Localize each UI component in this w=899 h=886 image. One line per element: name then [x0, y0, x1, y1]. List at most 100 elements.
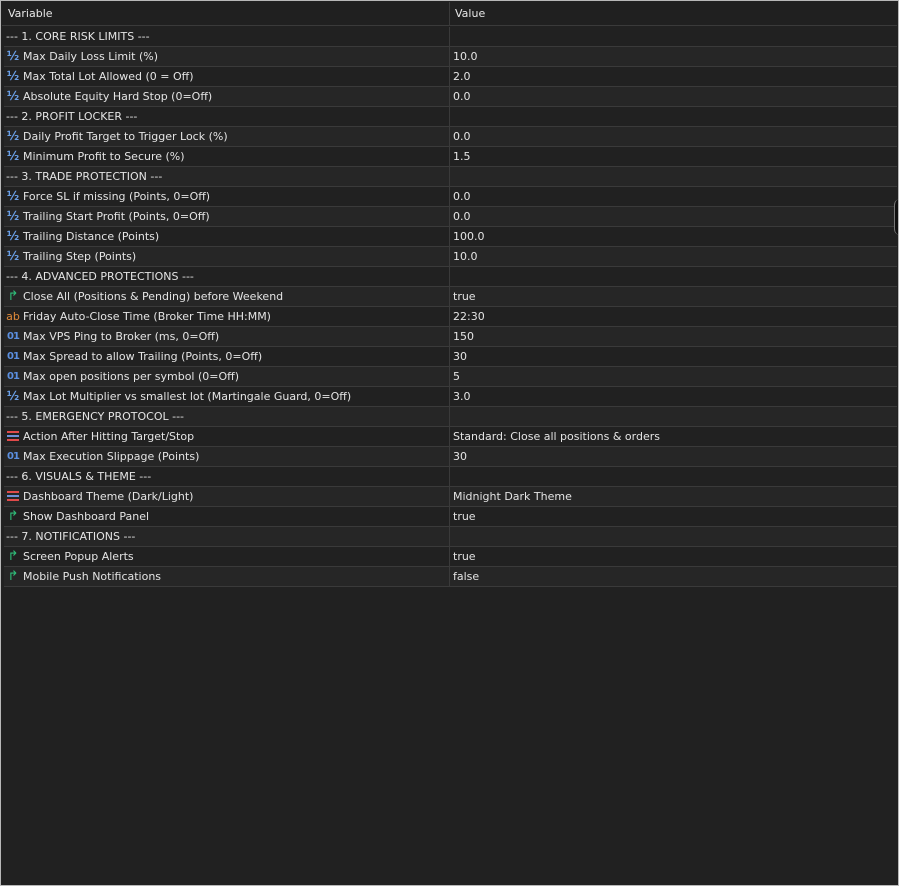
parameter-value[interactable]: true [453, 547, 893, 566]
section-label: --- 1. CORE RISK LIMITS --- [6, 30, 150, 43]
parameter-value[interactable]: 10.0 [453, 247, 893, 266]
column-divider [449, 487, 450, 506]
parameter-value[interactable]: Midnight Dark Theme [453, 487, 893, 506]
parameter-row[interactable]: Dashboard Theme (Dark/Light) Midnight Dar… [4, 487, 897, 507]
section-row[interactable]: --- 2. PROFIT LOCKER --- [4, 107, 897, 127]
parameter-row[interactable]: 01 Max Spread to allow Trailing (Points, … [4, 347, 897, 367]
parameter-row[interactable]: 01 Max VPS Ping to Broker (ms, 0=Off) 150 [4, 327, 897, 347]
parameter-value[interactable]: 5 [453, 367, 893, 386]
section-row[interactable]: --- 1. CORE RISK LIMITS --- [4, 27, 897, 47]
parameter-value[interactable]: 22:30 [453, 307, 893, 326]
column-divider [449, 187, 450, 206]
column-divider [449, 207, 450, 226]
parameter-row[interactable]: ½ Trailing Distance (Points) 100.0 [4, 227, 897, 247]
parameter-name: 01 Max Execution Slippage (Points) [4, 447, 448, 466]
section-row[interactable]: --- 5. EMERGENCY PROTOCOL --- [4, 407, 897, 427]
parameter-row[interactable]: ½ Max Daily Loss Limit (%) 10.0 [4, 47, 897, 67]
parameter-value[interactable]: 0.0 [453, 127, 893, 146]
parameter-label: Close All (Positions & Pending) before W… [23, 290, 284, 303]
parameter-row[interactable]: ↱ Close All (Positions & Pending) before … [4, 287, 897, 307]
column-divider [449, 107, 450, 126]
parameter-value[interactable]: 30 [453, 347, 893, 366]
parameter-name: ½ Absolute Equity Hard Stop (0=Off) [4, 87, 448, 106]
parameter-name: ↱ Screen Popup Alerts [4, 547, 448, 566]
parameter-row[interactable]: ½ Max Total Lot Allowed (0 = Off) 2.0 [4, 67, 897, 87]
parameter-row[interactable]: ½ Trailing Step (Points) 10.0 [4, 247, 897, 267]
section-row[interactable]: --- 3. TRADE PROTECTION --- [4, 167, 897, 187]
parameter-name: 01 Max VPS Ping to Broker (ms, 0=Off) [4, 327, 448, 346]
parameter-label: Max Spread to allow Trailing (Points, 0=… [23, 350, 263, 363]
parameter-value[interactable]: 0.0 [453, 187, 893, 206]
parameter-name: ½ Minimum Profit to Secure (%) [4, 147, 448, 166]
parameter-label: Max Lot Multiplier vs smallest lot (Mart… [23, 390, 352, 403]
parameter-name: ½ Max Lot Multiplier vs smallest lot (Mar… [4, 387, 448, 406]
parameter-row[interactable]: ↱ Mobile Push Notifications false [4, 567, 897, 587]
column-divider [449, 127, 450, 146]
parameter-value[interactable]: Standard: Close all positions & orders [453, 427, 893, 446]
bool-type-icon: ↱ [7, 509, 19, 524]
column-divider [449, 547, 450, 566]
column-divider [449, 267, 450, 286]
column-header-value[interactable]: Value [455, 2, 485, 25]
parameter-row[interactable]: 01 Max Execution Slippage (Points) 30 [4, 447, 897, 467]
column-divider [449, 367, 450, 386]
table-header: Variable Value [2, 2, 897, 26]
column-divider [449, 387, 450, 406]
parameter-value[interactable]: false [453, 567, 893, 586]
parameter-label: Daily Profit Target to Trigger Lock (%) [23, 130, 228, 143]
integer-type-icon: 01 [7, 331, 20, 342]
parameter-label: Trailing Distance (Points) [23, 230, 160, 243]
parameter-row[interactable]: ½ Force SL if missing (Points, 0=Off) 0.0 [4, 187, 897, 207]
section-label: --- 3. TRADE PROTECTION --- [6, 170, 163, 183]
bool-type-icon: ↱ [7, 569, 19, 584]
double-type-icon: ½ [6, 189, 20, 203]
parameter-label: Action After Hitting Target/Stop [23, 430, 195, 443]
parameter-name: ½ Trailing Step (Points) [4, 247, 448, 266]
parameter-name: Action After Hitting Target/Stop [4, 427, 448, 446]
column-divider [449, 67, 450, 86]
section-label: --- 7. NOTIFICATIONS --- [6, 530, 136, 543]
parameter-row[interactable]: ↱ Show Dashboard Panel true [4, 507, 897, 527]
parameter-row[interactable]: ½ Absolute Equity Hard Stop (0=Off) 0.0 [4, 87, 897, 107]
inputs-window: Variable Value --- 1. CORE RISK LIMITS -… [0, 0, 899, 886]
section-value [453, 527, 893, 546]
parameter-name: ↱ Close All (Positions & Pending) before … [4, 287, 448, 306]
resize-handle[interactable] [894, 199, 898, 235]
parameter-row[interactable]: ½ Minimum Profit to Secure (%) 1.5 [4, 147, 897, 167]
parameter-name: ↱ Mobile Push Notifications [4, 567, 448, 586]
parameter-row[interactable]: Action After Hitting Target/Stop Standard… [4, 427, 897, 447]
parameter-value[interactable]: 100.0 [453, 227, 893, 246]
parameter-row[interactable]: ½ Max Lot Multiplier vs smallest lot (Mar… [4, 387, 897, 407]
parameter-row[interactable]: ½ Trailing Start Profit (Points, 0=Off) 0.… [4, 207, 897, 227]
parameter-value[interactable]: 2.0 [453, 67, 893, 86]
column-divider[interactable] [449, 2, 450, 25]
parameter-name: ½ Force SL if missing (Points, 0=Off) [4, 187, 448, 206]
parameter-label: Max open positions per symbol (0=Off) [23, 370, 240, 383]
parameter-value[interactable]: 30 [453, 447, 893, 466]
section-row[interactable]: --- 7. NOTIFICATIONS --- [4, 527, 897, 547]
parameter-value[interactable]: 1.5 [453, 147, 893, 166]
parameter-value[interactable]: true [453, 287, 893, 306]
parameter-label: Trailing Step (Points) [23, 250, 137, 263]
parameter-row[interactable]: 01 Max open positions per symbol (0=Off) 5 [4, 367, 897, 387]
column-header-variable[interactable]: Variable [8, 2, 53, 25]
parameter-value[interactable]: 0.0 [453, 207, 893, 226]
section-value [453, 467, 893, 486]
integer-type-icon: 01 [7, 351, 20, 362]
double-type-icon: ½ [6, 389, 20, 403]
parameter-label: Friday Auto-Close Time (Broker Time HH:M… [23, 310, 271, 323]
parameter-value[interactable]: 0.0 [453, 87, 893, 106]
parameter-value[interactable]: 150 [453, 327, 893, 346]
parameter-value[interactable]: 3.0 [453, 387, 893, 406]
integer-type-icon: 01 [7, 451, 20, 462]
parameter-value[interactable]: true [453, 507, 893, 526]
parameter-value[interactable]: 10.0 [453, 47, 893, 66]
parameter-row[interactable]: ↱ Screen Popup Alerts true [4, 547, 897, 567]
section-row[interactable]: --- 4. ADVANCED PROTECTIONS --- [4, 267, 897, 287]
enum-type-icon [6, 431, 20, 446]
section-row[interactable]: --- 6. VISUALS & THEME --- [4, 467, 897, 487]
parameter-row[interactable]: ab Friday Auto-Close Time (Broker Time HH… [4, 307, 897, 327]
parameter-row[interactable]: ½ Daily Profit Target to Trigger Lock (%)… [4, 127, 897, 147]
section-value [453, 267, 893, 286]
parameter-name: ½ Max Total Lot Allowed (0 = Off) [4, 67, 448, 86]
